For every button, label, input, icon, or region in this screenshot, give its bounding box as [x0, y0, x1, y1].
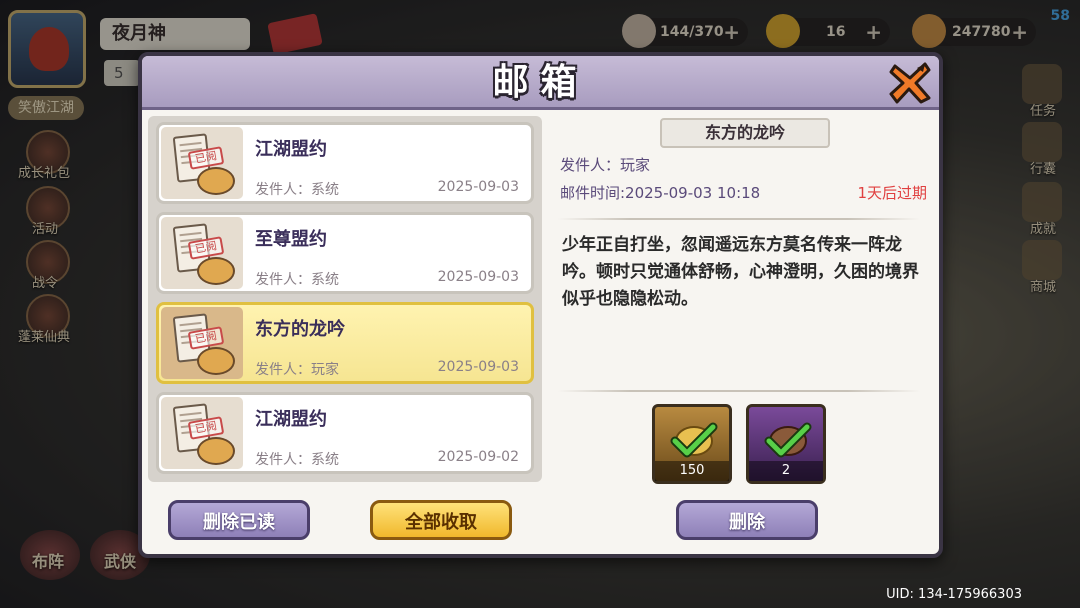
mail-date: 2025-09-02: [437, 449, 519, 465]
delete-button[interactable]: 删除: [676, 500, 818, 540]
mail-date: 2025-09-03: [437, 179, 519, 195]
expire-label: 1天后过期: [857, 184, 927, 202]
mail-title: 江湖盟约: [255, 409, 327, 430]
detail-title: 东方的龙吟: [704, 123, 785, 142]
reward-count: 150: [655, 461, 729, 481]
purple-beast-icon: [764, 422, 812, 458]
mail-date: 2025-09-03: [437, 359, 519, 375]
close-icon[interactable]: [887, 60, 933, 106]
mail-read-icon: 已阅: [161, 127, 243, 199]
divider: [558, 218, 920, 220]
mail-sender: 发件人：系统: [255, 272, 339, 288]
mail-title: 江湖盟约: [255, 139, 327, 160]
delete-read-button[interactable]: 删除已读: [168, 500, 310, 540]
mail-sender: 发件人：系统: [255, 452, 339, 468]
divider: [558, 390, 920, 392]
reward-slot[interactable]: 2: [746, 404, 826, 484]
mailbox-dialog: 邮箱 已阅 江湖盟约 发件人：系统 2025-09-03 已阅 至尊盟约 发件人…: [138, 52, 943, 558]
mail-sender: 发件人：系统: [255, 182, 339, 198]
detail-sender: 发件人：玩家: [560, 156, 651, 174]
detail-title-plate: 东方的龙吟: [660, 118, 830, 148]
mail-date: 2025-09-03: [437, 269, 519, 285]
mail-title: 东方的龙吟: [255, 319, 345, 340]
reward-count: 2: [749, 461, 823, 481]
reward-slot[interactable]: 150: [652, 404, 732, 484]
dialog-title: 邮箱: [492, 62, 589, 103]
mail-read-icon: 已阅: [161, 397, 243, 469]
mail-item[interactable]: 已阅 江湖盟约 发件人：系统 2025-09-03: [156, 122, 534, 204]
gold-leaf-icon: [670, 422, 718, 458]
mail-item[interactable]: 已阅 至尊盟约 发件人：系统 2025-09-03: [156, 212, 534, 294]
claim-all-button[interactable]: 全部收取: [370, 500, 512, 540]
mail-title: 至尊盟约: [255, 229, 327, 250]
mail-sender: 发件人：玩家: [255, 362, 339, 378]
mail-read-icon: 已阅: [161, 307, 243, 379]
detail-time: 邮件时间:2025-09-03 10:18: [560, 184, 761, 202]
mail-read-icon: 已阅: [161, 217, 243, 289]
mail-content: 少年正自打坐，忽闻遥远东方莫名传来一阵龙吟。顿时只觉通体舒畅，心神澄明，久困的境…: [562, 235, 919, 309]
mail-item[interactable]: 已阅 江湖盟约 发件人：系统 2025-09-02: [156, 392, 534, 474]
mail-list[interactable]: 已阅 江湖盟约 发件人：系统 2025-09-03 已阅 至尊盟约 发件人：系统…: [148, 116, 542, 482]
uid-label: UID: 134-175966303: [886, 587, 1022, 602]
mail-item-selected[interactable]: 已阅 东方的龙吟 发件人：玩家 2025-09-03: [156, 302, 534, 384]
